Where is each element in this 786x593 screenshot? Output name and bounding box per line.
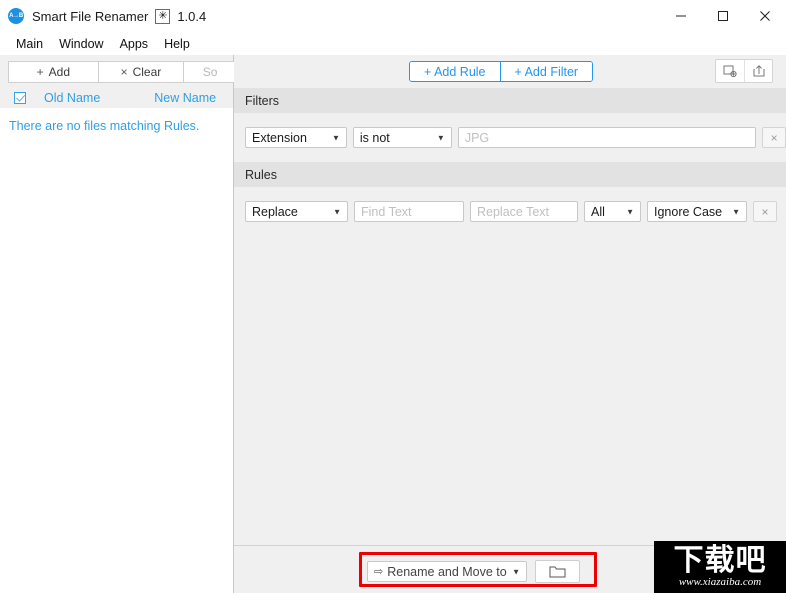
add-files-button[interactable]: + Add xyxy=(8,61,99,83)
rule-case-select[interactable]: Ignore Case ▼ xyxy=(647,201,747,222)
remove-rule-button[interactable]: × xyxy=(753,201,777,222)
filters-section-title: Filters xyxy=(234,88,786,113)
import-preset-button[interactable] xyxy=(744,60,772,82)
site-watermark: 下载吧 www.xiazaiba.com xyxy=(654,541,786,593)
window-controls xyxy=(660,0,786,32)
rule-action-select[interactable]: Replace ▼ xyxy=(245,201,348,222)
maximize-icon xyxy=(718,11,728,21)
filter-field-select[interactable]: Extension ▼ xyxy=(245,127,347,148)
plus-icon: + xyxy=(36,65,44,79)
window-title: Smart File Renamer xyxy=(32,8,149,24)
remove-filter-button[interactable]: × xyxy=(762,127,786,148)
minimize-icon xyxy=(676,15,686,17)
preset-io-group xyxy=(715,59,773,83)
clear-files-button[interactable]: × Clear xyxy=(97,61,185,83)
rule-row: Replace ▼ Find Text Replace Text All ▼ I… xyxy=(234,198,786,225)
column-header-new-name[interactable]: New Name xyxy=(154,91,216,105)
menu-bar: Main Window Apps Help xyxy=(0,32,786,55)
cross-icon: × xyxy=(120,65,128,79)
add-filter-button[interactable]: + Add Filter xyxy=(499,62,593,81)
folder-icon xyxy=(549,566,566,577)
rule-replace-input[interactable]: Replace Text xyxy=(470,201,578,222)
clear-files-label: Clear xyxy=(132,65,162,79)
sort-files-button[interactable]: So xyxy=(183,61,236,83)
filter-operator-value: is not xyxy=(359,130,390,145)
rules-and-filters-area: Filters Extension ▼ is not ▼ JPG × Rules… xyxy=(234,88,786,545)
application-window: A→B Smart File Renamer ✳ 1.0.4 Main Wind… xyxy=(0,0,786,593)
sort-files-label: So xyxy=(202,65,218,79)
add-rule-button[interactable]: + Add Rule xyxy=(410,62,500,81)
rules-section-title: Rules xyxy=(234,162,786,187)
file-list-toolbar: + Add × Clear So xyxy=(8,61,236,83)
browse-folder-button[interactable] xyxy=(535,560,580,583)
filter-value-input[interactable]: JPG xyxy=(457,127,757,148)
file-list[interactable]: There are no files matching Rules. xyxy=(0,108,233,593)
export-preset-button[interactable] xyxy=(716,60,744,82)
chevron-down-icon: ▼ xyxy=(732,207,740,216)
watermark-url: www.xiazaiba.com xyxy=(678,575,762,588)
column-header-old-name[interactable]: Old Name xyxy=(44,91,100,105)
move-destination-group: ⇨ Rename and Move to ▼ xyxy=(367,560,580,583)
asterisk-badge-icon: ✳ xyxy=(155,8,171,24)
rules-toolbar: + Add Rule + Add Filter xyxy=(234,55,786,88)
menu-item-main[interactable]: Main xyxy=(8,35,51,53)
menu-item-apps[interactable]: Apps xyxy=(112,35,157,53)
rule-action-value: Replace xyxy=(252,204,298,219)
title-bar: A→B Smart File Renamer ✳ 1.0.4 xyxy=(0,0,786,32)
close-icon xyxy=(760,11,770,21)
rename-mode-value: Rename and Move to xyxy=(387,564,507,579)
file-list-column-header: Old Name New Name xyxy=(0,87,233,108)
add-rule-filter-group: + Add Rule + Add Filter xyxy=(409,61,594,82)
empty-state-message: There are no files matching Rules. xyxy=(9,119,200,133)
import-preset-icon xyxy=(753,65,764,77)
chevron-down-icon: ▼ xyxy=(512,567,520,576)
file-list-panel: + Add × Clear So Old Name New Name There… xyxy=(0,55,236,593)
chevron-down-icon: ▼ xyxy=(331,133,340,142)
rule-find-input[interactable]: Find Text xyxy=(354,201,464,222)
rename-mode-select[interactable]: ⇨ Rename and Move to ▼ xyxy=(367,561,527,582)
app-logo-icon: A→B xyxy=(8,8,24,24)
version-label: 1.0.4 xyxy=(177,8,207,24)
close-button[interactable] xyxy=(744,0,786,32)
arrow-right-icon: ⇨ xyxy=(374,566,384,578)
rule-scope-value: All xyxy=(591,204,605,219)
chevron-down-icon: ▼ xyxy=(436,133,445,142)
chevron-down-icon: ▼ xyxy=(333,207,341,216)
menu-item-help[interactable]: Help xyxy=(156,35,198,53)
watermark-text: 下载吧 xyxy=(673,542,767,578)
filter-field-value: Extension xyxy=(252,130,307,145)
maximize-button[interactable] xyxy=(702,0,744,32)
rule-scope-select[interactable]: All ▼ xyxy=(584,201,641,222)
filter-row: Extension ▼ is not ▼ JPG × xyxy=(234,124,786,151)
menu-item-window[interactable]: Window xyxy=(51,35,111,53)
add-files-label: Add xyxy=(48,65,70,79)
minimize-button[interactable] xyxy=(660,0,702,32)
filter-operator-select[interactable]: is not ▼ xyxy=(352,127,452,148)
select-all-checkbox[interactable] xyxy=(14,91,26,104)
rule-case-value: Ignore Case xyxy=(654,204,723,219)
chevron-down-icon: ▼ xyxy=(626,207,634,216)
export-preset-icon xyxy=(723,65,737,78)
